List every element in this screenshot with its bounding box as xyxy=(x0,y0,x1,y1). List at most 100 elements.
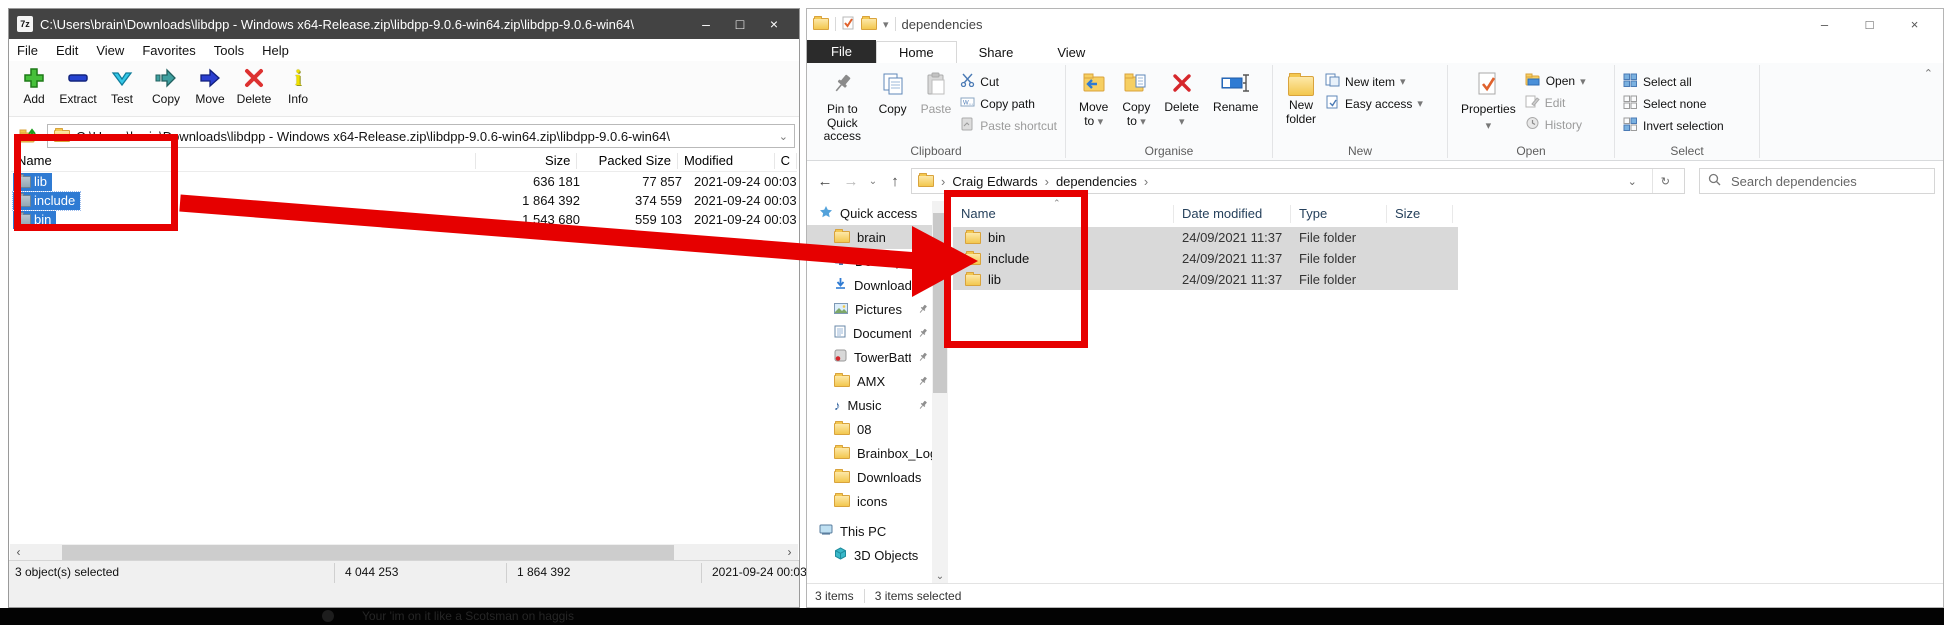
column-header-name[interactable]: Name xyxy=(953,205,1174,223)
table-row[interactable]: include 1 864 392 374 559 2021-09-24 00:… xyxy=(11,191,797,210)
properties-check-icon[interactable] xyxy=(842,16,855,33)
sidebar-item-brainbox-logo[interactable]: Brainbox_Logo xyxy=(807,441,932,465)
select-all-button[interactable]: Select all xyxy=(1623,73,1724,90)
up-one-level-button[interactable] xyxy=(13,123,43,149)
sidebar-item-08[interactable]: 08 xyxy=(807,417,932,441)
new-folder-button[interactable]: New folder xyxy=(1281,69,1321,130)
scrollbar-thumb[interactable] xyxy=(62,545,674,560)
close-button[interactable]: × xyxy=(757,16,791,32)
close-button[interactable]: × xyxy=(1892,17,1937,32)
back-icon[interactable]: ← xyxy=(815,173,835,190)
tab-share[interactable]: Share xyxy=(957,42,1036,63)
copy-button[interactable]: Copy xyxy=(874,69,912,120)
scrollbar-thumb[interactable] xyxy=(933,213,947,393)
search-input[interactable] xyxy=(1729,173,1926,190)
menu-help[interactable]: Help xyxy=(262,43,289,58)
properties-icon xyxy=(1477,72,1499,100)
address-history-icon[interactable]: ⌄ xyxy=(1620,169,1645,193)
pin-to-quick-access-button[interactable]: Pin to Quick access xyxy=(815,69,870,147)
sidebar-item-towerbattle[interactable]: TowerBattle xyxy=(807,345,932,369)
delete-button[interactable]: Delete▾ xyxy=(1159,69,1204,131)
cut-button[interactable]: Cut xyxy=(960,73,1057,90)
horizontal-scrollbar[interactable]: ‹ › xyxy=(10,544,798,561)
sidebar-item-downloads-folder[interactable]: Downloads xyxy=(807,465,932,489)
menu-file[interactable]: File xyxy=(17,43,38,58)
7zip-titlebar[interactable]: 7z C:\Users\brain\Downloads\libdpp - Win… xyxy=(9,9,799,39)
sidebar-item-desktop[interactable]: Desktop xyxy=(807,249,932,273)
rename-button[interactable]: Rename xyxy=(1208,69,1263,118)
breadcrumb[interactable]: › Craig Edwards › dependencies › ⌄ ↻ xyxy=(911,168,1685,194)
copy-to-button[interactable]: Copy to ▾ xyxy=(1117,69,1155,131)
sidebar-item-this-pc[interactable]: This PC xyxy=(807,519,932,543)
minimize-button[interactable]: – xyxy=(1802,17,1847,32)
breadcrumb-item-user[interactable]: Craig Edwards xyxy=(952,174,1037,189)
column-header-modified[interactable]: Modified xyxy=(678,153,775,169)
menu-favorites[interactable]: Favorites xyxy=(142,43,195,58)
move-button[interactable]: Move xyxy=(191,65,229,106)
extract-button[interactable]: Extract xyxy=(59,65,97,106)
column-header-size[interactable]: Size xyxy=(476,153,578,169)
select-none-button[interactable]: Select none xyxy=(1623,95,1724,112)
maximize-button[interactable]: □ xyxy=(1847,17,1892,32)
breadcrumb-item-dependencies[interactable]: dependencies xyxy=(1056,174,1137,189)
open-button[interactable]: Open ▾ xyxy=(1525,73,1586,89)
tab-view[interactable]: View xyxy=(1035,42,1107,63)
sidebar-item-music[interactable]: ♪ Music xyxy=(807,393,932,417)
sidebar-item-downloads[interactable]: Downloads xyxy=(807,273,932,297)
sidebar-scrollbar[interactable]: ⌄ xyxy=(932,201,948,584)
table-row[interactable]: lib 636 181 77 857 2021-09-24 00:03 xyxy=(11,172,797,191)
easy-access-button[interactable]: Easy access ▾ xyxy=(1325,95,1423,112)
tab-home[interactable]: Home xyxy=(876,41,957,63)
column-header-packed-size[interactable]: Packed Size xyxy=(577,153,678,169)
column-header-date-modified[interactable]: Date modified xyxy=(1174,205,1291,223)
move-to-button[interactable]: Move to ▾ xyxy=(1074,69,1113,131)
column-header-size[interactable]: Size xyxy=(1387,205,1453,223)
chevron-down-icon[interactable]: ▾ xyxy=(883,18,889,31)
7zip-address-combo[interactable]: C:\Users\brain\Downloads\libdpp - Window… xyxy=(47,124,795,148)
refresh-icon[interactable]: ↻ xyxy=(1652,169,1678,193)
menu-edit[interactable]: Edit xyxy=(56,43,78,58)
search-box[interactable] xyxy=(1699,168,1935,194)
column-header-created[interactable]: C xyxy=(775,153,797,169)
table-row[interactable]: include 24/09/2021 11:37 File folder xyxy=(953,248,1458,269)
row-type: File folder xyxy=(1291,251,1387,266)
table-row[interactable]: bin 1 543 680 559 103 2021-09-24 00:03 xyxy=(11,210,797,229)
properties-button[interactable]: Properties ▾ xyxy=(1456,69,1521,135)
maximize-button[interactable]: □ xyxy=(723,16,757,32)
up-icon[interactable]: ↑ xyxy=(885,173,905,190)
recent-locations-icon[interactable]: ⌄ xyxy=(867,176,879,187)
collapse-ribbon-icon[interactable]: ⌃ xyxy=(1924,67,1933,80)
column-header-name[interactable]: Name xyxy=(11,153,476,169)
scroll-right-icon[interactable]: › xyxy=(781,544,798,561)
table-row[interactable]: bin 24/09/2021 11:37 File folder xyxy=(953,227,1458,248)
sidebar-item-icons[interactable]: icons xyxy=(807,489,932,513)
column-header-type[interactable]: Type xyxy=(1291,205,1387,223)
info-button[interactable]: i Info xyxy=(279,65,317,106)
menu-tools[interactable]: Tools xyxy=(214,43,244,58)
new-folder-quick-icon[interactable] xyxy=(861,18,877,30)
add-button[interactable]: Add xyxy=(15,65,53,106)
chevron-down-icon[interactable]: ⌄ xyxy=(779,130,788,143)
test-button[interactable]: Test xyxy=(103,65,141,106)
group-label-select: Select xyxy=(1615,144,1759,158)
table-row[interactable]: lib 24/09/2021 11:37 File folder xyxy=(953,269,1458,290)
sidebar-item-amx[interactable]: AMX xyxy=(807,369,932,393)
scroll-down-icon[interactable]: ⌄ xyxy=(932,571,948,582)
delete-button[interactable]: Delete xyxy=(235,65,273,106)
minimize-button[interactable]: – xyxy=(689,16,723,32)
menu-view[interactable]: View xyxy=(96,43,124,58)
explorer-titlebar[interactable]: ▾ dependencies – □ × xyxy=(807,9,1943,39)
sidebar-item-quick-access[interactable]: Quick access xyxy=(807,201,932,225)
new-item-button[interactable]: New item ▾ xyxy=(1325,73,1423,90)
sidebar-item-documents[interactable]: Documents xyxy=(807,321,932,345)
chevron-down-icon: ▾ xyxy=(1098,116,1104,128)
sidebar-item-brain[interactable]: brain xyxy=(807,225,932,249)
scroll-left-icon[interactable]: ‹ xyxy=(10,544,27,561)
sidebar-item-pictures[interactable]: Pictures xyxy=(807,297,932,321)
copy-path-button[interactable]: W... Copy path xyxy=(960,95,1057,112)
tab-file[interactable]: File xyxy=(807,40,876,63)
invert-selection-button[interactable]: Invert selection xyxy=(1623,117,1724,134)
sidebar-item-3d-objects[interactable]: 3D Objects xyxy=(807,543,932,567)
copy-button[interactable]: Copy xyxy=(147,65,185,106)
7zip-statusbar: 3 object(s) selected 4 044 253 1 864 392… xyxy=(9,560,799,585)
